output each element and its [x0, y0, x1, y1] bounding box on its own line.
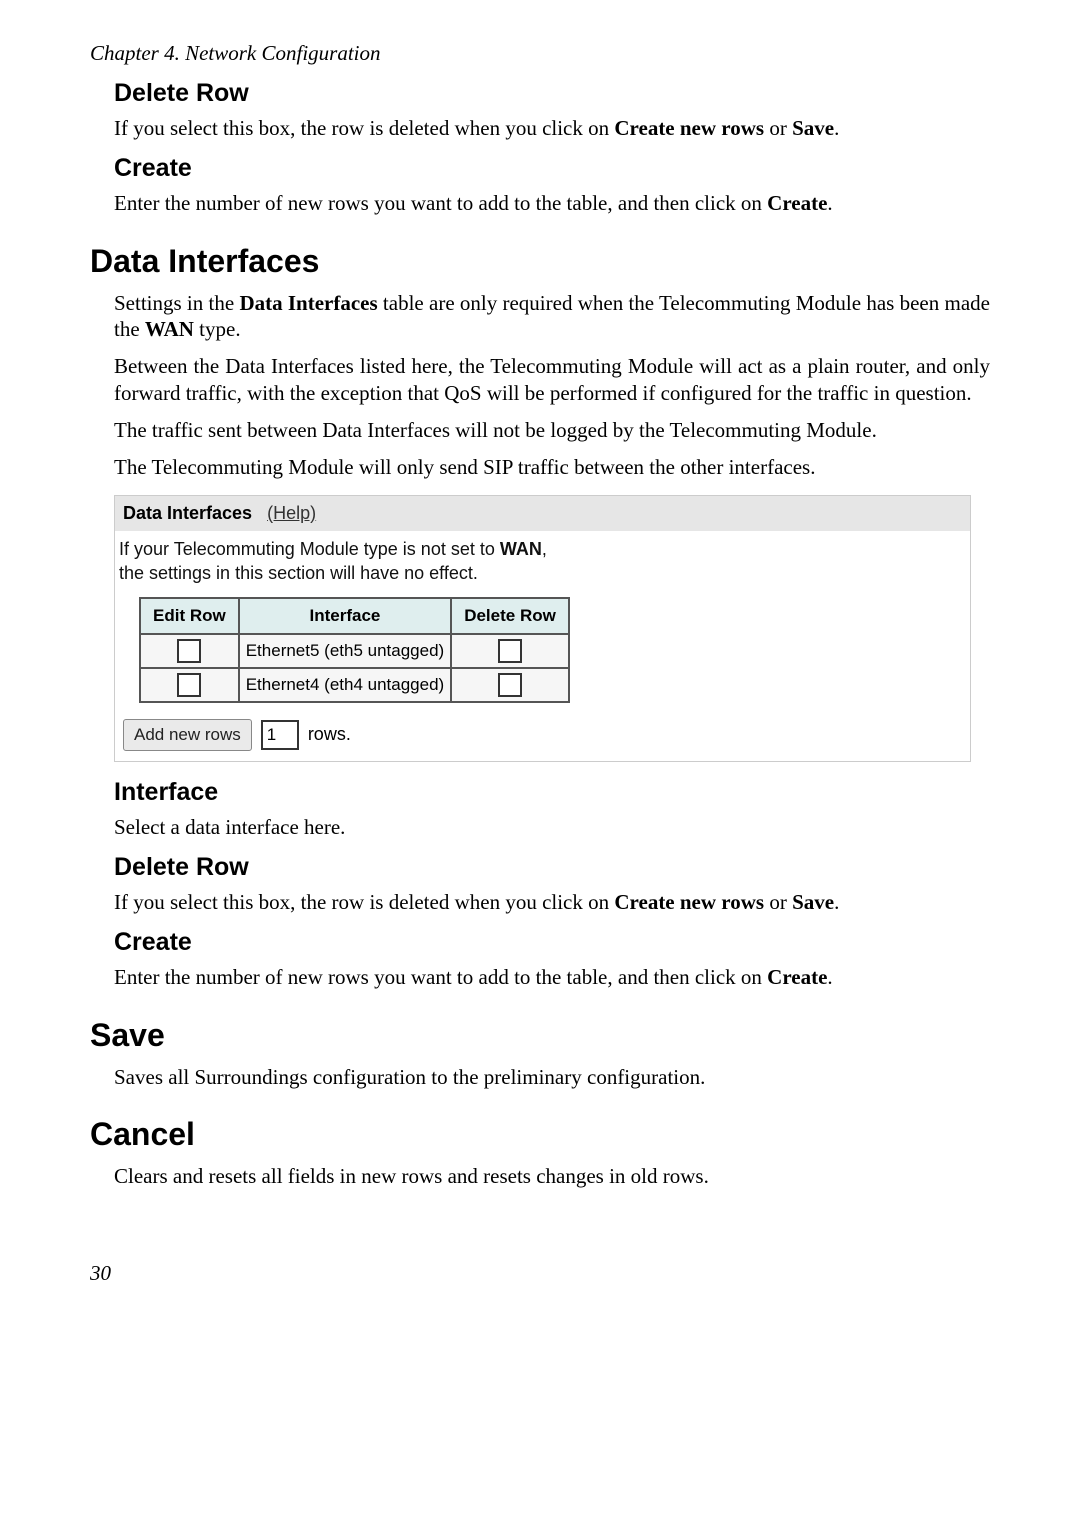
text: . — [827, 965, 832, 989]
interface-cell: Ethernet5 (eth5 untagged) — [239, 634, 451, 668]
paragraph-delete-row-2: If you select this box, the row is delet… — [114, 889, 990, 916]
delete-row-checkbox[interactable] — [498, 673, 522, 697]
text: , — [542, 539, 547, 559]
add-new-rows-button[interactable]: Add new rows — [123, 719, 252, 751]
bold-text: Create new rows — [614, 890, 764, 914]
paragraph-di-1: Settings in the Data Interfaces table ar… — [114, 290, 990, 344]
bold-text: Create — [767, 965, 827, 989]
bold-text: Create new rows — [614, 116, 764, 140]
text: . — [827, 191, 832, 215]
bold-text: Data Interfaces — [239, 291, 377, 315]
paragraph-save: Saves all Surroundings configuration to … — [114, 1064, 990, 1091]
text: If you select this box, the row is delet… — [114, 890, 614, 914]
data-interfaces-table: Edit Row Interface Delete Row Ethernet5 … — [139, 597, 570, 703]
heading-save: Save — [90, 1015, 990, 1056]
help-link[interactable]: (Help) — [267, 503, 316, 523]
col-header-edit-row: Edit Row — [140, 598, 239, 634]
bold-text: Create — [767, 191, 827, 215]
heading-interface: Interface — [114, 776, 990, 808]
text: or — [764, 890, 792, 914]
add-row-bar: Add new rows 1 rows. — [115, 713, 970, 761]
heading-create-2: Create — [114, 926, 990, 958]
text: Enter the number of new rows you want to… — [114, 191, 767, 215]
heading-delete-row-2: Delete Row — [114, 851, 990, 883]
bold-text: WAN — [500, 539, 542, 559]
paragraph-cancel: Clears and resets all fields in new rows… — [114, 1163, 990, 1190]
panel-title: Data Interfaces — [123, 503, 252, 523]
text: If you select this box, the row is delet… — [114, 116, 614, 140]
table-row: Ethernet5 (eth5 untagged) — [140, 634, 569, 668]
rows-label: rows. — [308, 724, 351, 744]
paragraph-interface: Select a data interface here. — [114, 814, 990, 841]
col-header-interface: Interface — [239, 598, 451, 634]
text: or — [764, 116, 792, 140]
heading-create-1: Create — [114, 152, 990, 184]
paragraph-di-3: The traffic sent between Data Interfaces… — [114, 417, 990, 444]
paragraph-di-4: The Telecommuting Module will only send … — [114, 454, 990, 481]
col-header-delete-row: Delete Row — [451, 598, 569, 634]
text: Settings in the — [114, 291, 239, 315]
text: Enter the number of new rows you want to… — [114, 965, 767, 989]
heading-cancel: Cancel — [90, 1114, 990, 1155]
paragraph-create-1: Enter the number of new rows you want to… — [114, 190, 990, 217]
edit-row-checkbox[interactable] — [177, 639, 201, 663]
bold-text: Save — [792, 116, 834, 140]
interface-cell: Ethernet4 (eth4 untagged) — [239, 668, 451, 702]
paragraph-delete-row-1: If you select this box, the row is delet… — [114, 115, 990, 142]
heading-data-interfaces: Data Interfaces — [90, 241, 990, 282]
bold-text: Save — [792, 890, 834, 914]
paragraph-di-2: Between the Data Interfaces listed here,… — [114, 353, 990, 407]
text: . — [834, 890, 839, 914]
edit-row-checkbox[interactable] — [177, 673, 201, 697]
paragraph-create-2: Enter the number of new rows you want to… — [114, 964, 990, 991]
chapter-line: Chapter 4. Network Configuration — [90, 40, 990, 67]
page-number: 30 — [90, 1260, 990, 1287]
text: If your Telecommuting Module type is not… — [119, 539, 500, 559]
delete-row-checkbox[interactable] — [498, 639, 522, 663]
panel-header: Data Interfaces (Help) — [115, 496, 970, 531]
add-rows-count-input[interactable]: 1 — [261, 720, 299, 750]
panel-note: If your Telecommuting Module type is not… — [115, 531, 970, 590]
table-row: Ethernet4 (eth4 untagged) — [140, 668, 569, 702]
heading-delete-row-1: Delete Row — [114, 77, 990, 109]
bold-text: WAN — [145, 317, 194, 341]
text: type. — [194, 317, 241, 341]
text: the settings in this section will have n… — [119, 563, 478, 583]
table-header-row: Edit Row Interface Delete Row — [140, 598, 569, 634]
text: . — [834, 116, 839, 140]
data-interfaces-panel: Data Interfaces (Help) If your Telecommu… — [114, 495, 971, 762]
